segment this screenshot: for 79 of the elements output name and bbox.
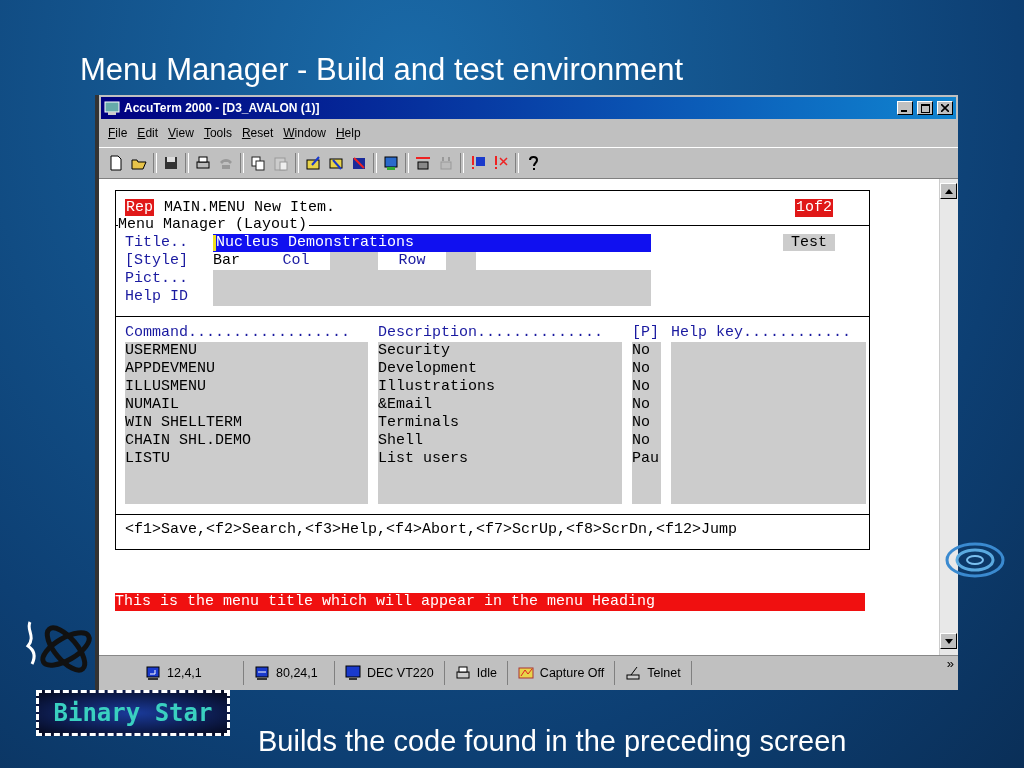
menu-item[interactable]: View <box>165 124 197 142</box>
table-cell-text: Illustrations <box>378 378 497 396</box>
table-cell-text: No <box>632 360 651 378</box>
scroll-down-icon[interactable] <box>944 638 953 644</box>
maximize-button[interactable] <box>917 101 933 115</box>
screen-icon[interactable] <box>382 154 400 172</box>
table-cell-text: No <box>632 378 651 396</box>
scroll-up-icon[interactable] <box>944 188 953 194</box>
field-label: Pict... <box>125 270 189 288</box>
new-file-icon[interactable] <box>107 154 125 172</box>
menu-item[interactable]: Edit <box>134 124 162 142</box>
status-text: 12,4,1 <box>167 666 202 680</box>
alert-icon[interactable] <box>469 154 487 172</box>
field-label: Help ID <box>125 288 189 306</box>
table-cell-text: No <box>632 396 651 414</box>
section-title: Menu Manager (Layout) <box>118 216 310 234</box>
upload-icon[interactable] <box>414 154 432 172</box>
table-cell-text: ILLUSMENU <box>125 378 207 396</box>
table-cell-text: Terminals <box>378 414 460 432</box>
terminal-icon <box>345 665 361 681</box>
menu-item[interactable]: Reset <box>238 124 277 142</box>
scrollbar[interactable] <box>939 179 958 655</box>
table-cell-text: WIN SHELLTERM <box>125 414 244 432</box>
overflow-chevron[interactable]: » <box>946 656 958 671</box>
maximize-icon <box>920 103 930 113</box>
logo: Binary Star <box>36 690 230 736</box>
table-cell-text: No <box>632 414 651 432</box>
table-cell-text: Development <box>378 360 479 378</box>
column-header: Help key............ <box>671 324 853 342</box>
column-header: [P] <box>632 324 660 342</box>
terminal-app-icon <box>104 100 120 116</box>
function-key-hints: <f1>Save,<f2>Search,<f3>Help,<f4>Abort,<f7>ScrUp,<f8>ScrDn,<f12>Jump <box>124 520 739 540</box>
save-icon[interactable] <box>162 154 180 172</box>
menu-item[interactable]: Tools <box>200 124 235 142</box>
title-field[interactable]: Nucleus Demonstrations <box>213 234 651 252</box>
status-text: DEC VT220 <box>367 666 434 680</box>
slide-caption: Builds the code found in the preceding screen <box>258 725 847 758</box>
status-text: Telnet <box>647 666 681 680</box>
size-icon <box>254 665 270 681</box>
form-heading: MAIN.MENU New Item. <box>164 199 337 217</box>
menu-item[interactable]: Help <box>332 124 364 142</box>
close-icon <box>941 104 949 112</box>
close-button[interactable] <box>937 101 953 115</box>
menu-item[interactable]: Window <box>280 124 329 142</box>
column-header: Command.................. <box>125 324 352 342</box>
cursor-icon <box>145 665 161 681</box>
table-cell-text: CHAIN SHL.DEMO <box>125 432 253 450</box>
table-cell-text: Pau <box>632 450 660 468</box>
capture-icon <box>517 665 534 681</box>
copy-icon[interactable] <box>249 154 267 172</box>
table-cell-text: NUMAIL <box>125 396 180 414</box>
table-cell-text: Security <box>378 342 451 360</box>
table-cell-text: &Email <box>378 396 433 414</box>
test-button[interactable]: Test <box>783 234 835 251</box>
send-icon[interactable] <box>304 154 322 172</box>
table-cell-text: APPDEVMENU <box>125 360 216 378</box>
window-title: AccuTerm 2000 - [D3_AVALON (1)] <box>124 101 321 115</box>
mode-badge: Rep <box>125 199 154 217</box>
table-cell-text: LISTU <box>125 450 171 468</box>
stop-icon[interactable] <box>350 154 368 172</box>
table-cell-text: Shell <box>378 432 424 450</box>
slide-title: Menu Manager - Build and test environment <box>80 52 685 89</box>
connection-icon <box>625 665 642 681</box>
status-text: Capture Off <box>539 666 605 680</box>
minimize-button[interactable] <box>897 101 913 115</box>
field-label: Title.. <box>125 234 189 252</box>
column-header: Description.............. <box>378 324 605 342</box>
message-bar: This is the menu title which will appear in the menu Heading <box>115 593 865 611</box>
field-label: [Style] <box>125 252 189 270</box>
table-cell-text: No <box>632 342 651 360</box>
table-cell-text: List users <box>378 450 469 468</box>
menu-item[interactable]: File <box>105 124 131 142</box>
table-cell-text: USERMENU <box>125 342 198 360</box>
print-icon[interactable] <box>194 154 212 172</box>
status-text: Idle <box>476 666 497 680</box>
page-badge: 1of2 <box>795 199 833 217</box>
status-text: 80,24,1 <box>276 666 318 680</box>
table-cell-text: No <box>632 432 651 450</box>
printer-icon <box>454 665 471 681</box>
